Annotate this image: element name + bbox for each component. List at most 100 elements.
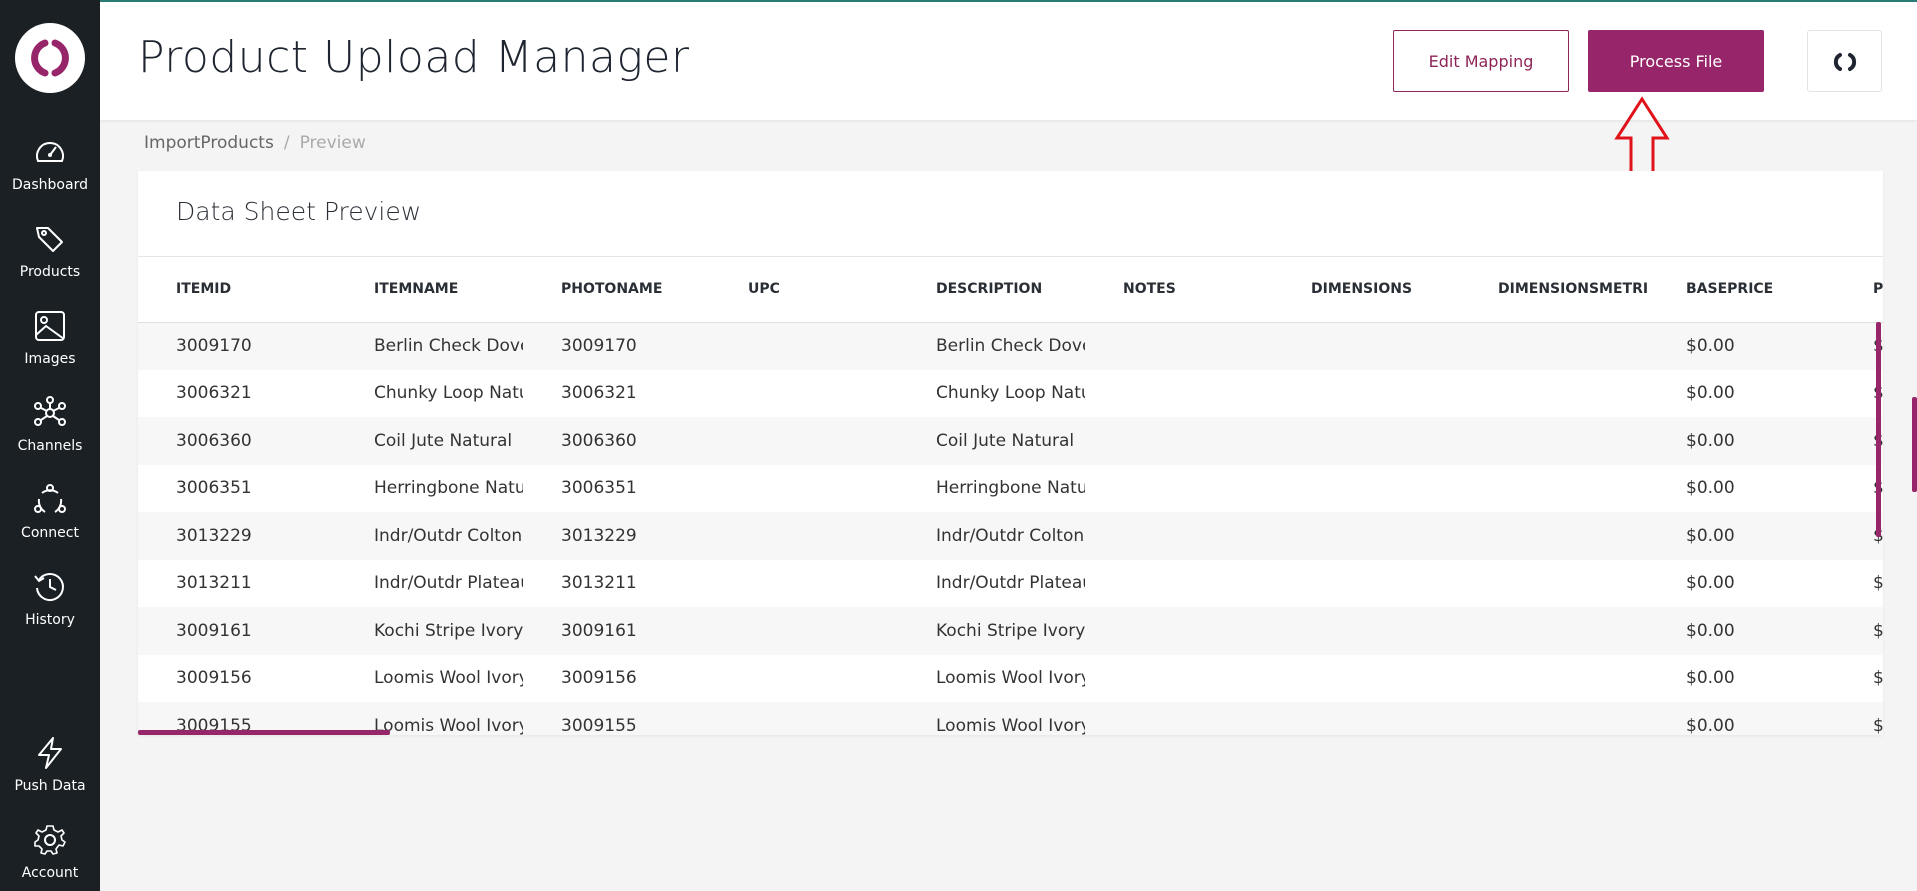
table-cell-price: $0.00 (1835, 654, 1883, 702)
table-vertical-scrollbar[interactable] (1876, 322, 1881, 537)
table-cell-photoname: 3009161 (523, 607, 710, 655)
table-cell-notes (1085, 607, 1273, 655)
table-cell-dimensions (1273, 702, 1460, 735)
logo-icon (31, 39, 69, 77)
sidebar-item-label: Push Data (14, 778, 86, 794)
table-cell-baseprice: $0.00 (1648, 417, 1835, 465)
table-row[interactable]: 3009155Loomis Wool Ivory/Navy3009155Loom… (138, 702, 1883, 735)
table-cell-itemname: Kochi Stripe Ivory/Black (336, 607, 523, 655)
app-menu-button[interactable] (1807, 30, 1882, 92)
table-row[interactable]: 3006351Herringbone Natural3006351Herring… (138, 464, 1883, 512)
table-cell-description: Herringbone Natural (898, 464, 1085, 512)
table-row[interactable]: 3009170Berlin Check Dove Gray3009170Berl… (138, 322, 1883, 370)
table-cell-upc (710, 607, 898, 655)
table-cell-photoname: 3013211 (523, 559, 710, 607)
table-cell-dimensions (1273, 464, 1460, 512)
column-header: PRICE (1835, 257, 1883, 323)
network-icon (34, 396, 66, 426)
sidebar-item-push-data[interactable]: Push Data (0, 736, 100, 816)
table-cell-description: Indr/Outdr Plateau Stripe (898, 559, 1085, 607)
table-cell-photoname: 3009156 (523, 654, 710, 702)
table-cell-notes (1085, 464, 1273, 512)
table-cell-description: Kochi Stripe Ivory/Black (898, 607, 1085, 655)
column-header: DIMENSIONS (1273, 257, 1460, 323)
process-file-button[interactable]: Process File (1588, 30, 1764, 92)
table-cell-photoname: 3013229 (523, 512, 710, 560)
table-row[interactable]: 3013211Indr/Outdr Plateau Stripe3013211I… (138, 559, 1883, 607)
breadcrumb-current: Preview (299, 133, 366, 153)
column-header: BASEPRICE (1648, 257, 1835, 323)
table-cell-itemid: 3009161 (138, 607, 336, 655)
table-cell-dimensionsmetric (1460, 512, 1648, 560)
table-cell-baseprice: $0.00 (1648, 607, 1835, 655)
bolt-icon (38, 737, 62, 769)
table-cell-price: $0.00 (1835, 559, 1883, 607)
table-cell-notes (1085, 512, 1273, 560)
table-row[interactable]: 3006360 Coil Jute Natural 3006360 Coil Jute… (138, 417, 1883, 465)
sidebar-item-dashboard[interactable]: Dashboard (0, 135, 100, 215)
sidebar-item-connect[interactable]: Connect (0, 483, 100, 563)
preview-table-scroll[interactable]: ITEMID ITEMNAME PHOTONAME UPC DESCRIPTIO… (138, 257, 1883, 735)
table-cell-dimensions (1273, 512, 1460, 560)
table-cell-notes (1085, 654, 1273, 702)
tag-icon (36, 227, 63, 252)
sidebar-item-products[interactable]: Products (0, 222, 100, 302)
sidebar-item-label: Images (24, 351, 76, 367)
breadcrumb-link-importproducts[interactable]: ImportProducts (144, 133, 274, 153)
card-title: Data Sheet Preview (176, 197, 422, 226)
table-cell-notes (1085, 702, 1273, 735)
table-cell-upc (710, 702, 898, 735)
table-cell-upc (710, 464, 898, 512)
table-cell-photoname: 3006321 (523, 369, 710, 417)
edit-mapping-button[interactable]: Edit Mapping (1393, 30, 1569, 92)
image-icon (35, 311, 65, 341)
table-cell-dimensionsmetric (1460, 607, 1648, 655)
table-row[interactable]: 3013229Indr/Outdr Colton Stripe3013229In… (138, 512, 1883, 560)
gear-icon (34, 825, 66, 855)
table-cell-baseprice: $0.00 (1648, 512, 1835, 560)
sidebar-item-label: Channels (17, 438, 83, 454)
sidebar-item-label: Dashboard (12, 177, 88, 193)
table-row[interactable]: 3009161Kochi Stripe Ivory/Black3009161Ko… (138, 607, 1883, 655)
table-cell-notes (1085, 322, 1273, 370)
table-cell-description: Loomis Wool Ivory/Navy (898, 702, 1085, 735)
table-cell-photoname: 3009155 (523, 702, 710, 735)
table-row[interactable]: 3006321Chunky Loop Natural3006321Chunky … (138, 369, 1883, 417)
breadcrumb: ImportProducts / Preview (144, 133, 366, 153)
table-horizontal-scrollbar[interactable] (138, 730, 390, 735)
table-cell-itemname: Indr/Outdr Plateau Stripe (336, 559, 523, 607)
table-cell-description: Chunky Loop Natural (898, 369, 1085, 417)
table-cell-dimensionsmetric (1460, 464, 1648, 512)
preview-table: ITEMID ITEMNAME PHOTONAME UPC DESCRIPTIO… (138, 257, 1883, 735)
table-cell-itemname: Berlin Check Dove Gray (336, 322, 523, 370)
sidebar-item-account[interactable]: Account (0, 823, 100, 891)
table-cell-dimensionsmetric (1460, 322, 1648, 370)
table-cell-dimensions (1273, 607, 1460, 655)
table-cell-itemid: 3009156 (138, 654, 336, 702)
table-cell-upc (710, 322, 898, 370)
table-cell-description: Loomis Wool Ivory/Gray (898, 654, 1085, 702)
connect-icon (34, 484, 66, 513)
table-cell-description: Coil Jute Natural (898, 417, 1085, 465)
table-cell-dimensionsmetric (1460, 417, 1648, 465)
page-vertical-scrollbar[interactable] (1912, 397, 1917, 492)
table-cell-baseprice: $0.00 (1648, 654, 1835, 702)
table-cell-upc (710, 654, 898, 702)
column-header: DESCRIPTION (898, 257, 1085, 323)
sidebar-item-channels[interactable]: Channels (0, 396, 100, 476)
sidebar-item-history[interactable]: History (0, 570, 100, 650)
table-cell-dimensionsmetric (1460, 369, 1648, 417)
app-logo[interactable] (15, 23, 85, 93)
table-cell-baseprice: $0.00 (1648, 702, 1835, 735)
table-cell-notes (1085, 369, 1273, 417)
table-cell-itemid: 3013229 (138, 512, 336, 560)
table-cell-dimensions (1273, 417, 1460, 465)
table-cell-photoname: 3009170 (523, 322, 710, 370)
table-cell-upc (710, 369, 898, 417)
sidebar-item-images[interactable]: Images (0, 309, 100, 389)
table-cell-photoname: 3006351 (523, 464, 710, 512)
table-cell-itemname: Loomis Wool Ivory/Gray (336, 654, 523, 702)
table-cell-upc (710, 512, 898, 560)
table-row[interactable]: 3009156Loomis Wool Ivory/Gray3009156Loom… (138, 654, 1883, 702)
table-cell-itemid: 3009170 (138, 322, 336, 370)
